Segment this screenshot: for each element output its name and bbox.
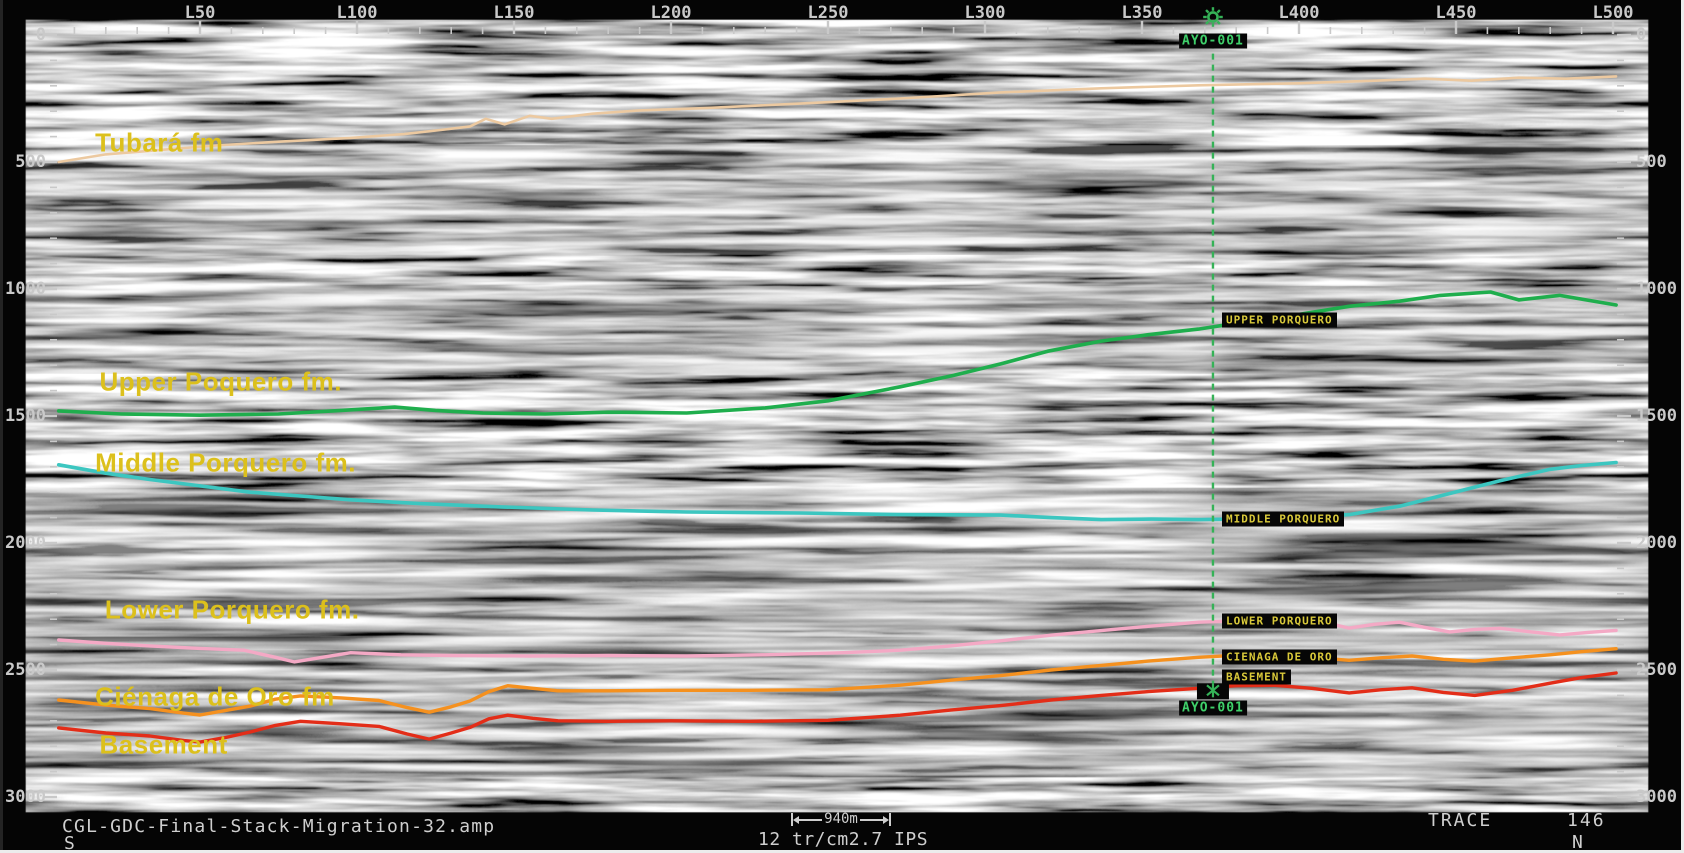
well-location-icon [1206, 21, 1209, 24]
formation-label: Basement [100, 729, 228, 760]
right-axis-tick-label: 1500 [1636, 406, 1677, 426]
left-axis-tick-label: 2000 [0, 533, 46, 553]
formation-label: Ciénaga de Oro fm [95, 681, 335, 712]
formation-label: Middle Porquero fm. [95, 447, 356, 478]
well-horizon-tag: CIENAGA DE ORO [1222, 649, 1337, 664]
top-axis-tick-label: L500 [1593, 3, 1634, 23]
left-axis-tick-label: 2500 [0, 660, 46, 680]
seismic-section-figure: L50L100L150L200L250L300L350L400L450L5000… [0, 0, 1684, 853]
well-name-label-top: AYO-001 [1179, 34, 1247, 49]
top-axis-tick-label: L250 [808, 3, 849, 23]
trace-count-label: TRACE 146 [1428, 810, 1606, 831]
formation-label: Tubará fm [95, 127, 223, 158]
scale-bar-line [799, 819, 822, 821]
top-axis-tick-label: L450 [1436, 3, 1477, 23]
well-name-label-td: AYO-001 [1179, 701, 1247, 716]
right-axis-tick-label: 0 [1636, 25, 1646, 45]
well-location-icon [1217, 10, 1220, 13]
top-axis-tick-label: L200 [651, 3, 692, 23]
scale-bar-label: 940m [822, 812, 860, 827]
well-location-icon [1208, 12, 1217, 21]
well-location-icon [1206, 10, 1209, 13]
plot-parameters-label: 12 tr/cm2.7 IPS [758, 829, 928, 850]
well-horizon-tag: LOWER PORQUERO [1222, 614, 1337, 629]
scale-bar-line [860, 819, 883, 821]
top-axis-tick-label: L150 [494, 3, 535, 23]
top-axis-tick-label: L400 [1279, 3, 1320, 23]
seismic-plot-canvas [0, 0, 1684, 853]
well-horizon-tag: MIDDLE PORQUERO [1222, 511, 1344, 526]
well-horizon-tag: BASEMENT [1222, 670, 1291, 685]
left-axis-tick-label: 3000 [0, 787, 46, 807]
right-axis-tick-label: 2500 [1636, 660, 1677, 680]
left-axis-tick-label: 1000 [0, 279, 46, 299]
scale-bar: 940m [791, 811, 891, 828]
left-axis-tick-label: 0 [0, 25, 46, 45]
scale-bar-right-tick [889, 813, 891, 826]
south-direction-label: S [64, 833, 76, 853]
right-axis-tick-label: 1000 [1636, 279, 1677, 299]
reflector-band [57, 150, 1617, 250]
top-axis-tick-label: L350 [1122, 3, 1163, 23]
section-filename: CGL-GDC-Final-Stack-Migration-32.amp [62, 816, 495, 837]
well-location-icon [1217, 21, 1220, 24]
right-axis-tick-label: 500 [1636, 152, 1667, 172]
formation-label: Lower Porquero fm. [105, 595, 360, 626]
left-axis-tick-label: 1500 [0, 406, 46, 426]
left-axis-tick-label: 500 [0, 152, 46, 172]
north-direction-label: N [1572, 832, 1584, 853]
right-axis-tick-label: 3000 [1636, 787, 1677, 807]
top-axis-tick-label: L50 [185, 3, 216, 23]
right-axis-tick-label: 2000 [1636, 533, 1677, 553]
top-axis-tick-label: L100 [337, 3, 378, 23]
top-axis-tick-label: L300 [965, 3, 1006, 23]
formation-label: Upper Poquero fm. [100, 366, 343, 397]
well-horizon-tag: UPPER PORQUERO [1222, 312, 1337, 327]
